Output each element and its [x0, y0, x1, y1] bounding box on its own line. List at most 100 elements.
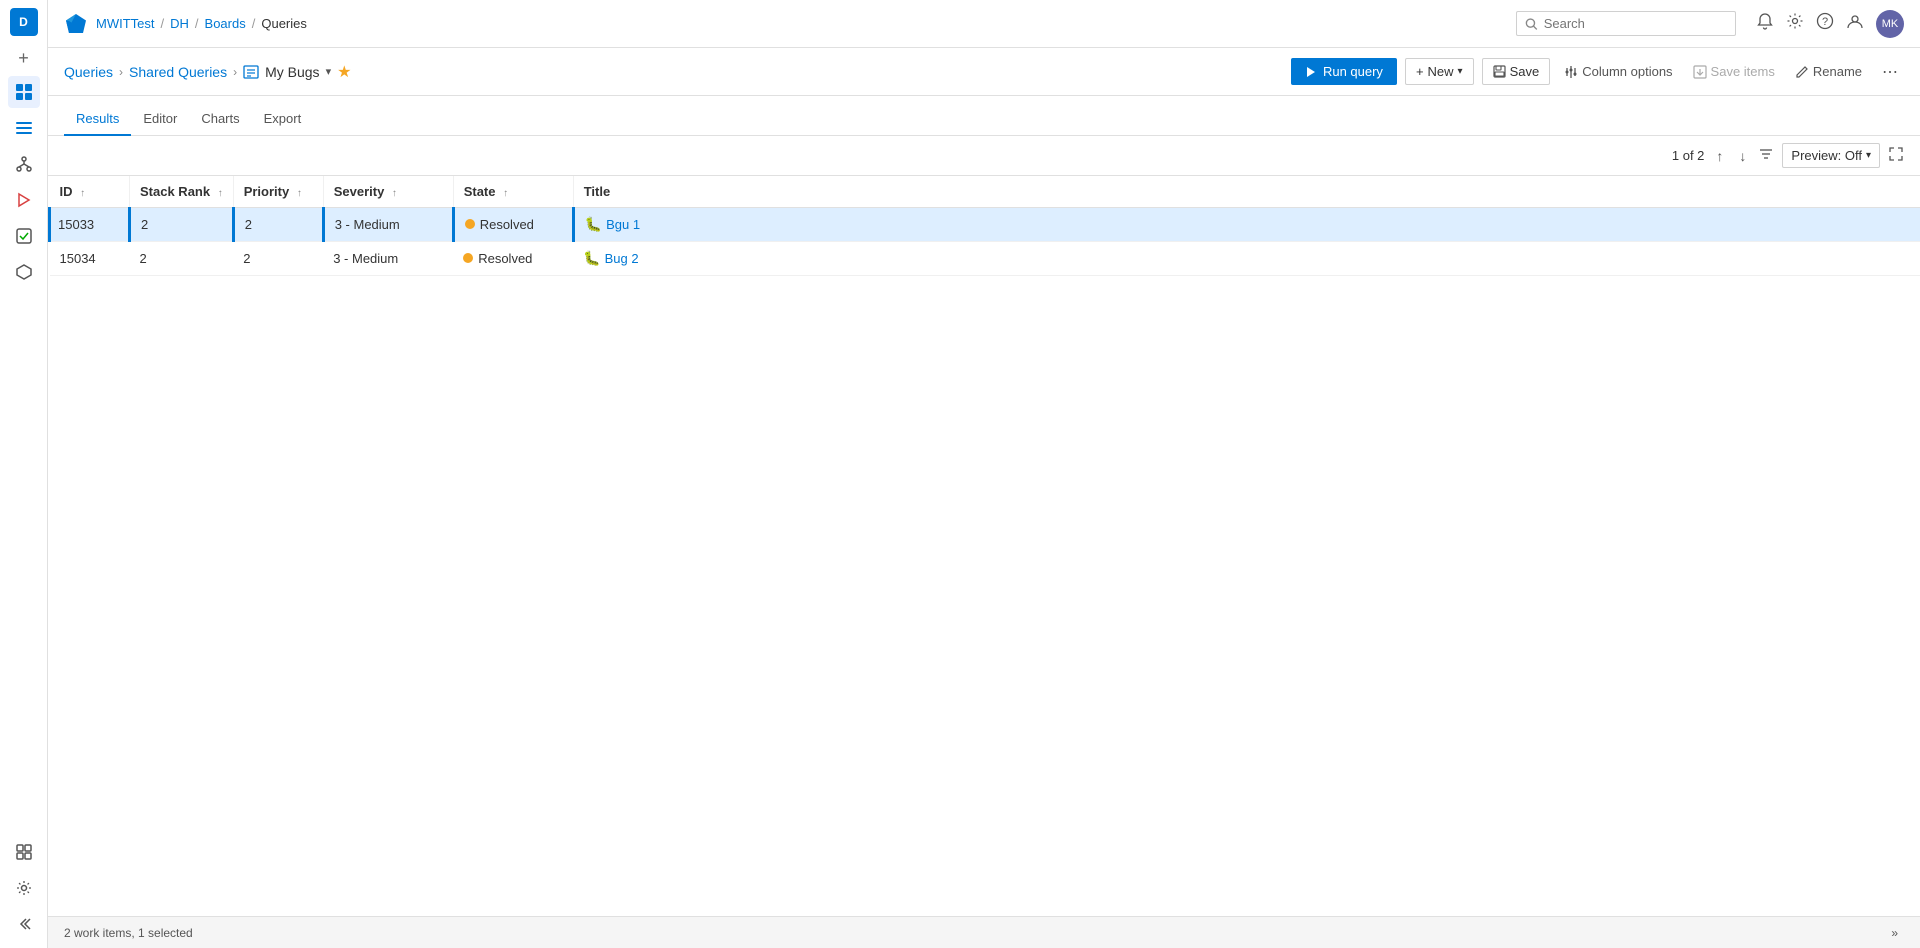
- bug-icon: 🐛: [585, 216, 602, 232]
- column-options-button[interactable]: Column options: [1558, 59, 1678, 84]
- cell-title: 🐛 Bgu 1: [573, 208, 1920, 242]
- statusbar: 2 work items, 1 selected »: [48, 916, 1920, 948]
- state-dot-icon: [463, 253, 473, 263]
- results-table: ID ↑ Stack Rank ↑ Priority ↑ Severity ↑ …: [48, 176, 1920, 276]
- filter-icon[interactable]: [1758, 146, 1774, 165]
- query-list-icon: [243, 64, 259, 80]
- statusbar-expand-button[interactable]: »: [1885, 924, 1904, 942]
- query-dropdown-button[interactable]: ▾: [326, 65, 332, 78]
- tab-export[interactable]: Export: [252, 103, 314, 136]
- cell-id: 15033: [50, 208, 130, 242]
- col-state[interactable]: State ↑: [453, 176, 573, 208]
- rename-button[interactable]: Rename: [1789, 59, 1868, 84]
- search-box[interactable]: [1516, 11, 1736, 36]
- query-header: Queries › Shared Queries › My Bugs ▾ ★ R…: [48, 48, 1920, 96]
- col-title[interactable]: Title: [573, 176, 1920, 208]
- tabs: Results Editor Charts Export: [48, 96, 1920, 136]
- account-icon[interactable]: [1846, 12, 1864, 35]
- avatar[interactable]: D: [10, 8, 38, 36]
- main-content: MWITTest / DH / Boards / Queries: [48, 0, 1920, 948]
- cell-priority: 2: [233, 242, 323, 276]
- results-table-container: ID ↑ Stack Rank ↑ Priority ↑ Severity ↑ …: [48, 176, 1920, 916]
- help-icon[interactable]: ?: [1816, 12, 1834, 35]
- col-id[interactable]: ID ↑: [50, 176, 130, 208]
- sidebar: D +: [0, 0, 48, 948]
- add-project-button[interactable]: +: [10, 44, 38, 72]
- queries-link[interactable]: Queries: [64, 64, 113, 80]
- table-header-row: ID ↑ Stack Rank ↑ Priority ↑ Severity ↑ …: [50, 176, 1920, 208]
- cell-id: 15034: [50, 242, 130, 276]
- search-icon: [1525, 17, 1538, 31]
- shared-queries-link[interactable]: Shared Queries: [129, 64, 227, 80]
- table-row[interactable]: 15033223 - MediumResolved🐛Bgu 1: [50, 208, 1920, 242]
- save-items-button[interactable]: Save items: [1687, 59, 1781, 84]
- topbar: MWITTest / DH / Boards / Queries: [48, 0, 1920, 48]
- page-down-button[interactable]: ↓: [1735, 146, 1750, 166]
- sort-state-icon: ↑: [503, 188, 508, 199]
- notifications-icon[interactable]: [1756, 12, 1774, 35]
- cell-severity: 3 - Medium: [323, 242, 453, 276]
- topbar-icons: ? MK: [1756, 10, 1904, 38]
- favorite-button[interactable]: ★: [337, 62, 351, 82]
- breadcrumb-dh[interactable]: DH: [170, 16, 189, 31]
- sidebar-item-repos[interactable]: [8, 148, 40, 180]
- collapse-sidebar-button[interactable]: [8, 908, 40, 940]
- table-row[interactable]: 15034223 - MediumResolved🐛Bug 2: [50, 242, 1920, 276]
- expand-button[interactable]: [1888, 146, 1904, 165]
- cell-state: Resolved: [453, 242, 573, 276]
- cell-stack-rank: 2: [130, 242, 234, 276]
- preview-dropdown[interactable]: Preview: Off ▾: [1782, 143, 1880, 168]
- save-button[interactable]: Save: [1482, 58, 1551, 85]
- tab-editor[interactable]: Editor: [131, 103, 189, 136]
- rename-icon: [1795, 65, 1809, 79]
- tab-results[interactable]: Results: [64, 103, 131, 136]
- title-link[interactable]: Bug 2: [605, 251, 639, 266]
- table-body: 15033223 - MediumResolved🐛Bgu 115034223 …: [50, 208, 1920, 276]
- run-query-button[interactable]: Run query: [1291, 58, 1397, 85]
- title-link[interactable]: Bgu 1: [606, 217, 640, 232]
- run-icon: [1305, 66, 1317, 78]
- new-button[interactable]: + New ▾: [1405, 58, 1474, 85]
- sort-id-icon: ↑: [80, 188, 85, 199]
- sidebar-item-extensions[interactable]: [8, 836, 40, 868]
- more-options-button[interactable]: ⋯: [1876, 57, 1904, 87]
- sidebar-item-boards[interactable]: [8, 112, 40, 144]
- bug-icon: 🐛: [583, 250, 600, 266]
- settings-icon[interactable]: [8, 872, 40, 904]
- user-avatar[interactable]: MK: [1876, 10, 1904, 38]
- sidebar-item-pipelines[interactable]: [8, 184, 40, 216]
- breadcrumb: MWITTest / DH / Boards / Queries: [96, 16, 307, 31]
- state-dot-icon: [465, 219, 475, 229]
- selected-count: 1 selected: [138, 926, 193, 940]
- sort-stack-icon: ↑: [218, 188, 223, 199]
- query-name-text: My Bugs: [265, 64, 319, 80]
- breadcrumb-mwittest[interactable]: MWITTest: [96, 16, 155, 31]
- svg-text:?: ?: [1822, 16, 1828, 28]
- query-name: My Bugs ▾: [243, 64, 331, 80]
- pagination-text: 1 of 2: [1672, 148, 1705, 163]
- query-actions: Run query + New ▾ Save: [1291, 57, 1904, 87]
- sidebar-item-overview[interactable]: [8, 76, 40, 108]
- sidebar-item-testplans[interactable]: [8, 220, 40, 252]
- sort-priority-icon: ↑: [297, 188, 302, 199]
- page-up-button[interactable]: ↑: [1712, 146, 1727, 166]
- col-severity[interactable]: Severity ↑: [323, 176, 453, 208]
- breadcrumb-queries: Queries: [261, 16, 307, 31]
- sort-severity-icon: ↑: [392, 188, 397, 199]
- pagination-row: 1 of 2 ↑ ↓ Preview: Off ▾: [48, 136, 1920, 176]
- col-stack-rank[interactable]: Stack Rank ↑: [130, 176, 234, 208]
- cell-title: 🐛 Bug 2: [573, 242, 1920, 276]
- col-priority[interactable]: Priority ↑: [233, 176, 323, 208]
- work-items-count: 2 work items,: [64, 926, 135, 940]
- cell-priority: 2: [233, 208, 323, 242]
- search-input[interactable]: [1544, 16, 1727, 31]
- settings-topbar-icon[interactable]: [1786, 12, 1804, 35]
- save-items-icon: [1693, 65, 1707, 79]
- azure-logo: [64, 12, 88, 36]
- cell-severity: 3 - Medium: [323, 208, 453, 242]
- cell-stack-rank: 2: [130, 208, 234, 242]
- tab-charts[interactable]: Charts: [189, 103, 251, 136]
- sidebar-item-artifacts[interactable]: [8, 256, 40, 288]
- column-options-icon: [1564, 65, 1578, 79]
- breadcrumb-boards[interactable]: Boards: [205, 16, 246, 31]
